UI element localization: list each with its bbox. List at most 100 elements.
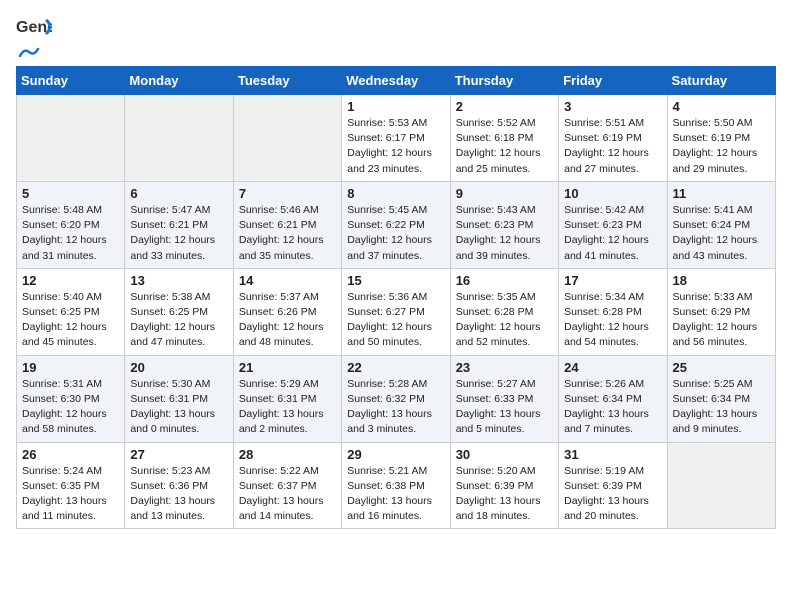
weekday-header-tuesday: Tuesday — [233, 67, 341, 95]
day-info: Sunrise: 5:53 AM Sunset: 6:17 PM Dayligh… — [347, 116, 444, 177]
calendar-cell: 22 Sunrise: 5:28 AM Sunset: 6:32 PM Dayli… — [342, 355, 450, 442]
day-number: 3 — [564, 99, 661, 114]
day-number: 17 — [564, 273, 661, 288]
day-info: Sunrise: 5:29 AM Sunset: 6:31 PM Dayligh… — [239, 377, 336, 438]
logo: General — [16, 16, 52, 58]
day-number: 23 — [456, 360, 553, 375]
day-number: 2 — [456, 99, 553, 114]
day-info: Sunrise: 5:51 AM Sunset: 6:19 PM Dayligh… — [564, 116, 661, 177]
calendar-cell: 8 Sunrise: 5:45 AM Sunset: 6:22 PM Daylig… — [342, 181, 450, 268]
calendar-week-4: 19 Sunrise: 5:31 AM Sunset: 6:30 PM Dayli… — [17, 355, 776, 442]
day-number: 1 — [347, 99, 444, 114]
day-info: Sunrise: 5:50 AM Sunset: 6:19 PM Dayligh… — [673, 116, 770, 177]
calendar-cell: 5 Sunrise: 5:48 AM Sunset: 6:20 PM Daylig… — [17, 181, 125, 268]
day-info: Sunrise: 5:48 AM Sunset: 6:20 PM Dayligh… — [22, 203, 119, 264]
calendar-cell: 30 Sunrise: 5:20 AM Sunset: 6:39 PM Dayli… — [450, 442, 558, 529]
day-number: 6 — [130, 186, 227, 201]
day-info: Sunrise: 5:35 AM Sunset: 6:28 PM Dayligh… — [456, 290, 553, 351]
calendar-cell: 18 Sunrise: 5:33 AM Sunset: 6:29 PM Dayli… — [667, 268, 775, 355]
calendar-cell: 20 Sunrise: 5:30 AM Sunset: 6:31 PM Dayli… — [125, 355, 233, 442]
calendar-cell: 16 Sunrise: 5:35 AM Sunset: 6:28 PM Dayli… — [450, 268, 558, 355]
day-info: Sunrise: 5:26 AM Sunset: 6:34 PM Dayligh… — [564, 377, 661, 438]
logo-wave-icon — [18, 44, 40, 62]
calendar-table: SundayMondayTuesdayWednesdayThursdayFrid… — [16, 66, 776, 529]
day-info: Sunrise: 5:21 AM Sunset: 6:38 PM Dayligh… — [347, 464, 444, 525]
day-number: 18 — [673, 273, 770, 288]
day-number: 15 — [347, 273, 444, 288]
calendar-cell: 14 Sunrise: 5:37 AM Sunset: 6:26 PM Dayli… — [233, 268, 341, 355]
calendar-cell: 24 Sunrise: 5:26 AM Sunset: 6:34 PM Dayli… — [559, 355, 667, 442]
calendar-cell — [233, 95, 341, 182]
calendar-cell: 27Sunrise: 5:23 AM Sunset: 6:36 PM Dayli… — [125, 442, 233, 529]
weekday-header-thursday: Thursday — [450, 67, 558, 95]
day-number: 30 — [456, 447, 553, 462]
weekday-header-wednesday: Wednesday — [342, 67, 450, 95]
day-info: Sunrise: 5:42 AM Sunset: 6:23 PM Dayligh… — [564, 203, 661, 264]
calendar-week-5: 26 Sunrise: 5:24 AM Sunset: 6:35 PM Dayli… — [17, 442, 776, 529]
day-number: 26 — [22, 447, 119, 462]
day-info: Sunrise: 5:36 AM Sunset: 6:27 PM Dayligh… — [347, 290, 444, 351]
calendar-cell: 2 Sunrise: 5:52 AM Sunset: 6:18 PM Daylig… — [450, 95, 558, 182]
day-info: Sunrise: 5:40 AM Sunset: 6:25 PM Dayligh… — [22, 290, 119, 351]
calendar-cell: 11 Sunrise: 5:41 AM Sunset: 6:24 PM Dayli… — [667, 181, 775, 268]
day-info: Sunrise: 5:30 AM Sunset: 6:31 PM Dayligh… — [130, 377, 227, 438]
logo-icon: General — [16, 16, 52, 44]
calendar-cell: 9Sunrise: 5:43 AM Sunset: 6:23 PM Daylig… — [450, 181, 558, 268]
day-number: 22 — [347, 360, 444, 375]
calendar-cell: 21 Sunrise: 5:29 AM Sunset: 6:31 PM Dayli… — [233, 355, 341, 442]
day-info: Sunrise: 5:41 AM Sunset: 6:24 PM Dayligh… — [673, 203, 770, 264]
day-number: 20 — [130, 360, 227, 375]
calendar-cell: 10Sunrise: 5:42 AM Sunset: 6:23 PM Dayli… — [559, 181, 667, 268]
weekday-header-saturday: Saturday — [667, 67, 775, 95]
weekday-header-monday: Monday — [125, 67, 233, 95]
day-info: Sunrise: 5:47 AM Sunset: 6:21 PM Dayligh… — [130, 203, 227, 264]
weekday-header-row: SundayMondayTuesdayWednesdayThursdayFrid… — [17, 67, 776, 95]
calendar-cell: 29 Sunrise: 5:21 AM Sunset: 6:38 PM Dayli… — [342, 442, 450, 529]
calendar-cell: 13Sunrise: 5:38 AM Sunset: 6:25 PM Dayli… — [125, 268, 233, 355]
day-number: 24 — [564, 360, 661, 375]
day-info: Sunrise: 5:28 AM Sunset: 6:32 PM Dayligh… — [347, 377, 444, 438]
day-info: Sunrise: 5:27 AM Sunset: 6:33 PM Dayligh… — [456, 377, 553, 438]
day-info: Sunrise: 5:22 AM Sunset: 6:37 PM Dayligh… — [239, 464, 336, 525]
calendar-cell: 25Sunrise: 5:25 AM Sunset: 6:34 PM Dayli… — [667, 355, 775, 442]
day-number: 31 — [564, 447, 661, 462]
day-number: 28 — [239, 447, 336, 462]
day-info: Sunrise: 5:24 AM Sunset: 6:35 PM Dayligh… — [22, 464, 119, 525]
calendar-cell — [125, 95, 233, 182]
calendar-cell: 19 Sunrise: 5:31 AM Sunset: 6:30 PM Dayli… — [17, 355, 125, 442]
weekday-header-sunday: Sunday — [17, 67, 125, 95]
calendar-cell: 17 Sunrise: 5:34 AM Sunset: 6:28 PM Dayli… — [559, 268, 667, 355]
day-info: Sunrise: 5:43 AM Sunset: 6:23 PM Dayligh… — [456, 203, 553, 264]
day-number: 13 — [130, 273, 227, 288]
calendar-cell: 26 Sunrise: 5:24 AM Sunset: 6:35 PM Dayli… — [17, 442, 125, 529]
calendar-cell: 1 Sunrise: 5:53 AM Sunset: 6:17 PM Daylig… — [342, 95, 450, 182]
day-number: 4 — [673, 99, 770, 114]
day-number: 5 — [22, 186, 119, 201]
day-number: 21 — [239, 360, 336, 375]
day-info: Sunrise: 5:31 AM Sunset: 6:30 PM Dayligh… — [22, 377, 119, 438]
calendar-cell: 4 Sunrise: 5:50 AM Sunset: 6:19 PM Daylig… — [667, 95, 775, 182]
day-info: Sunrise: 5:20 AM Sunset: 6:39 PM Dayligh… — [456, 464, 553, 525]
day-info: Sunrise: 5:33 AM Sunset: 6:29 PM Dayligh… — [673, 290, 770, 351]
day-info: Sunrise: 5:34 AM Sunset: 6:28 PM Dayligh… — [564, 290, 661, 351]
day-info: Sunrise: 5:52 AM Sunset: 6:18 PM Dayligh… — [456, 116, 553, 177]
calendar-cell: 23 Sunrise: 5:27 AM Sunset: 6:33 PM Dayli… — [450, 355, 558, 442]
day-info: Sunrise: 5:37 AM Sunset: 6:26 PM Dayligh… — [239, 290, 336, 351]
day-number: 29 — [347, 447, 444, 462]
day-info: Sunrise: 5:46 AM Sunset: 6:21 PM Dayligh… — [239, 203, 336, 264]
calendar-cell: 6 Sunrise: 5:47 AM Sunset: 6:21 PM Daylig… — [125, 181, 233, 268]
calendar-cell: 12 Sunrise: 5:40 AM Sunset: 6:25 PM Dayli… — [17, 268, 125, 355]
weekday-header-friday: Friday — [559, 67, 667, 95]
calendar-cell — [17, 95, 125, 182]
page-header: General — [16, 16, 776, 58]
day-number: 12 — [22, 273, 119, 288]
day-number: 11 — [673, 186, 770, 201]
calendar-cell: 3 Sunrise: 5:51 AM Sunset: 6:19 PM Daylig… — [559, 95, 667, 182]
calendar-week-1: 1 Sunrise: 5:53 AM Sunset: 6:17 PM Daylig… — [17, 95, 776, 182]
day-number: 16 — [456, 273, 553, 288]
day-info: Sunrise: 5:45 AM Sunset: 6:22 PM Dayligh… — [347, 203, 444, 264]
calendar-week-2: 5 Sunrise: 5:48 AM Sunset: 6:20 PM Daylig… — [17, 181, 776, 268]
day-number: 8 — [347, 186, 444, 201]
day-number: 19 — [22, 360, 119, 375]
day-number: 14 — [239, 273, 336, 288]
